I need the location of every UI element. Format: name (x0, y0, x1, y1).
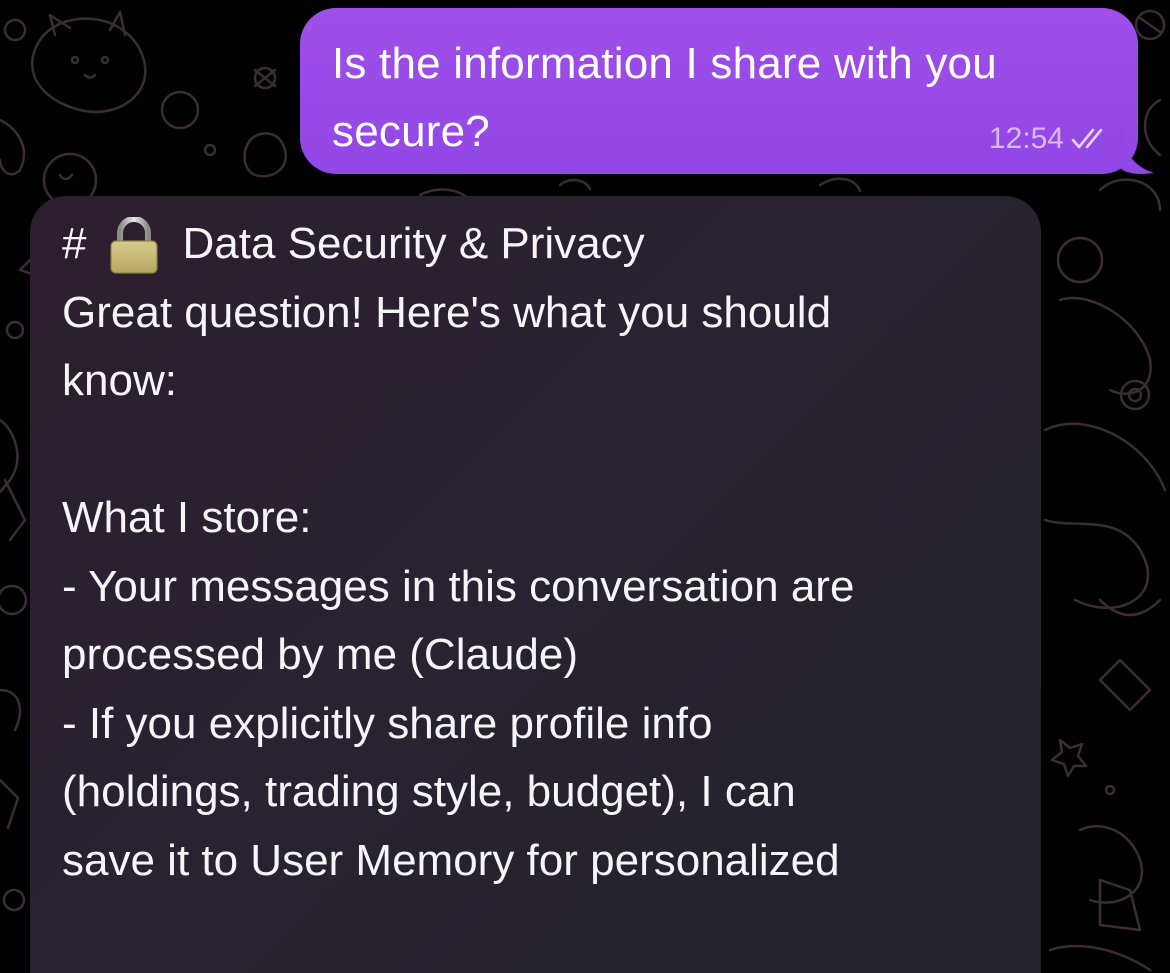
message-line: (holdings, trading style, budget), I can (62, 767, 796, 816)
message-heading: # Data Security & Privacy (62, 210, 1022, 279)
double-check-icon (1071, 128, 1103, 149)
heading-text: Data Security & Privacy (182, 219, 645, 268)
incoming-message-text: # Data Security & Privacy Great question… (62, 210, 1022, 895)
message-line (62, 416, 1022, 485)
message-line: - Your messages in this conversation are (62, 561, 855, 611)
message-line: - If you explicitly share profile info (62, 698, 713, 748)
message-meta: 12:54 (989, 122, 1116, 156)
message-line: save it to User Memory for personalized (62, 835, 840, 885)
incoming-message-bubble[interactable]: # Data Security & Privacy Great question… (30, 196, 1041, 973)
message-line: processed by me (Claude) (62, 630, 579, 679)
outgoing-message-bubble[interactable]: Is the information I share with you secu… (300, 8, 1138, 174)
message-line: know: (62, 356, 177, 405)
message-line: Great question! Here's what you should (62, 287, 832, 337)
message-line: What I store: (62, 493, 312, 542)
bubble-tail (1120, 120, 1154, 174)
lock-icon (110, 217, 159, 274)
outgoing-message-line: Is the information I share with you (332, 39, 997, 88)
heading-prefix: # (62, 219, 87, 268)
message-time: 12:54 (988, 122, 1064, 155)
